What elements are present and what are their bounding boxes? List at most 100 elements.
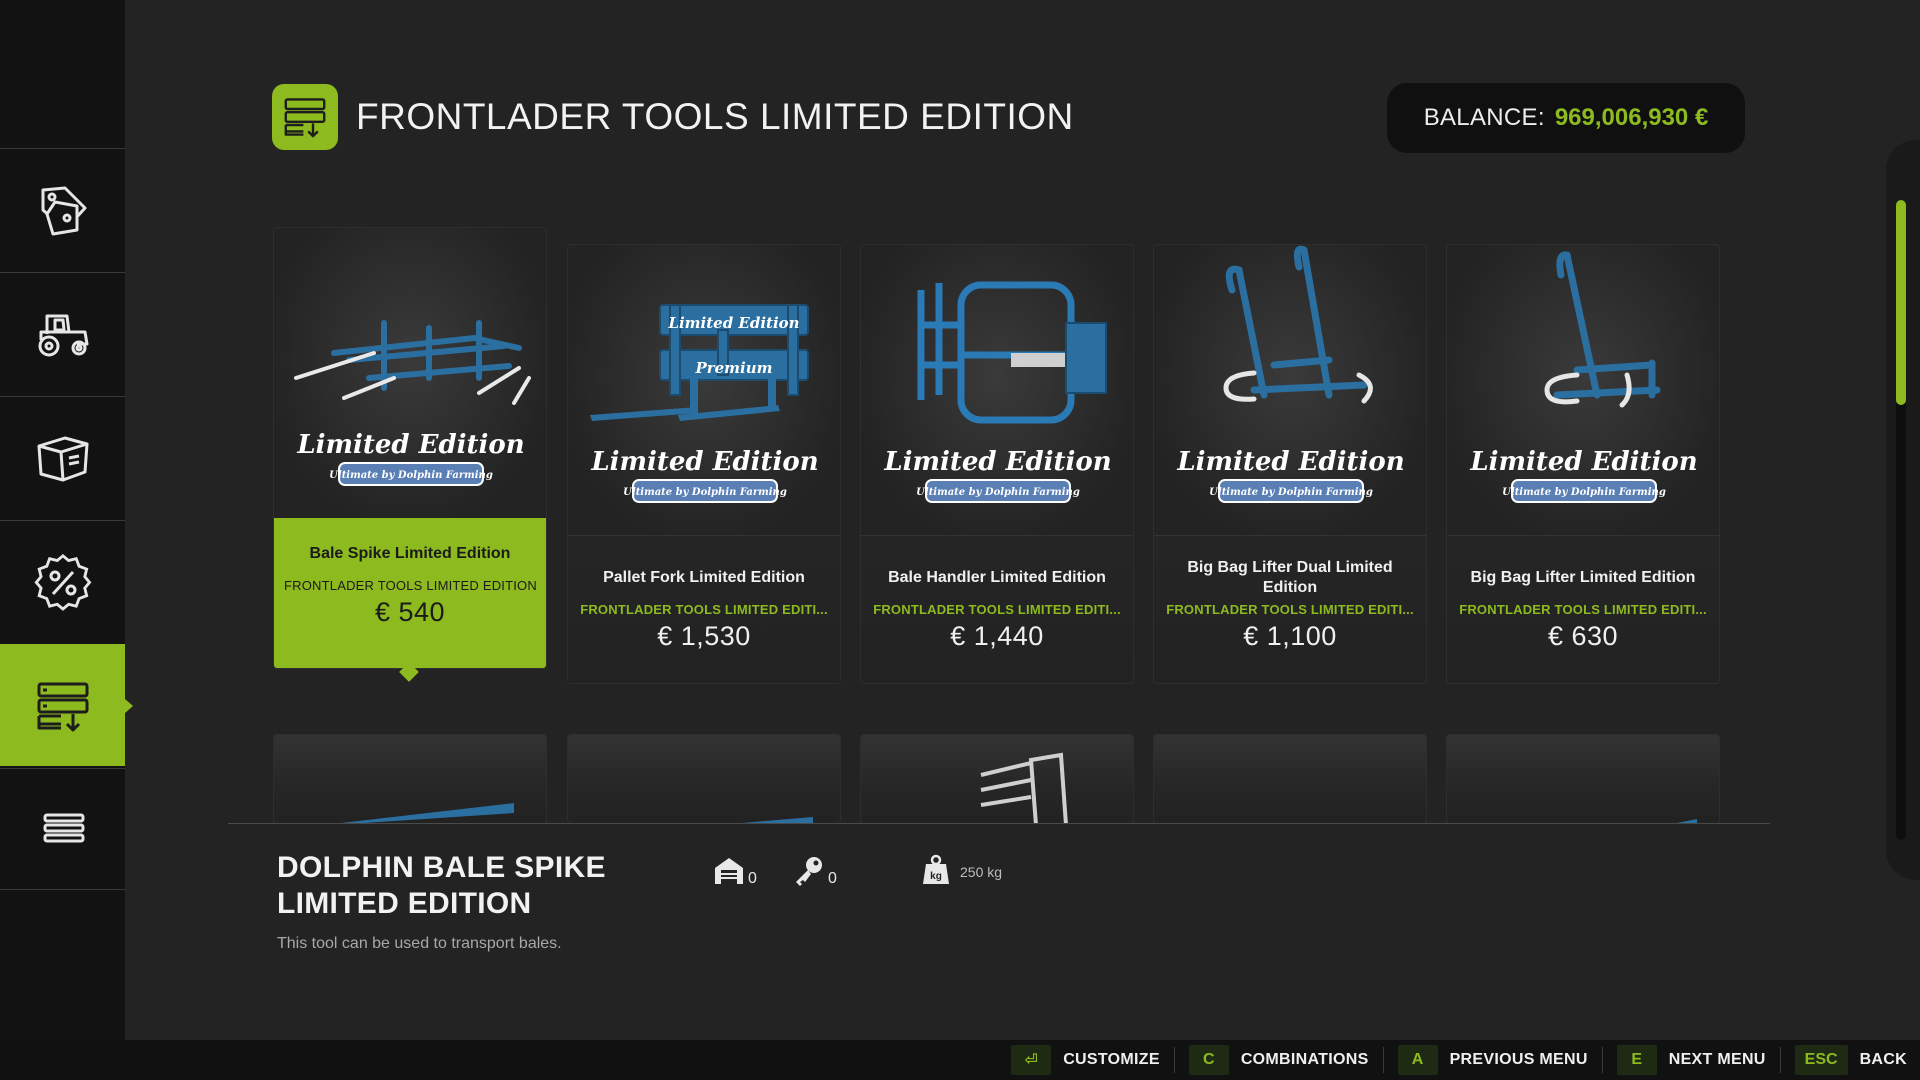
enter-key-icon: ⏎ (1011, 1045, 1052, 1075)
weight-icon: kg (923, 854, 949, 884)
page-title: FRONTLADER TOOLS LIMITED EDITION (356, 96, 1074, 137)
pallet-fork-image: Limited Edition Premium Limited Edition … (590, 304, 819, 503)
item-info: Big Bag Lifter Limited Edition FRONTLADE… (1447, 535, 1719, 683)
item-image-partial (980, 752, 1068, 823)
detail-title-line2: LIMITED EDITION (277, 887, 532, 920)
shop-item-pallet-fork[interactable]: Limited Edition Premium Limited Edition … (567, 244, 841, 684)
big-bag-lifter-image: Limited Edition Ultimate by Dolphin Farm… (1469, 251, 1698, 503)
sidebar-item-frontloader-tools[interactable] (0, 644, 133, 766)
item-price: € 1,440 (950, 621, 1044, 651)
item-info: Pallet Fork Limited Edition FRONTLADER T… (568, 535, 840, 683)
item-image: Limited Edition Premium Limited Edition … (568, 245, 840, 535)
weight-stat: kg 250 kg (922, 854, 1002, 886)
frontloader-tools-icon (37, 682, 88, 731)
scrollbar-thumb[interactable] (1896, 200, 1906, 405)
item-image: Limited Edition Ultimate by Dolphin Farm… (861, 245, 1133, 535)
logo-limited-edition: Limited Edition (296, 430, 524, 460)
item-name: Big Bag Lifter Dual Limited Edition (1187, 559, 1393, 596)
hint-separator (1173, 1047, 1175, 1073)
shop-item-bale-spike[interactable]: Limited Edition Ultimate by Dolphin Farm… (273, 227, 547, 669)
item-image-partial (741, 817, 813, 823)
logo-sub: Ultimate by Dolphin Farming (1209, 487, 1373, 498)
discount-icon (33, 553, 91, 611)
leased-stat: 0 (792, 854, 837, 888)
frontloader-tools-icon (284, 98, 326, 138)
logo-limited-edition: Limited Edition (590, 447, 818, 477)
item-image-partial (341, 803, 514, 823)
item-name: Big Bag Lifter Limited Edition (1470, 569, 1696, 586)
shop-item-row2-2[interactable] (567, 734, 841, 824)
svg-text:kg: kg (930, 871, 942, 882)
sidebar-item-sales-discount[interactable] (0, 520, 125, 642)
hint-next-menu[interactable]: E NEXT MENU (1616, 1040, 1766, 1080)
hint-combinations[interactable]: C COMBINATIONS (1188, 1040, 1369, 1080)
item-name: Bale Spike Limited Edition (309, 545, 511, 562)
item-image: Limited Edition Ultimate by Dolphin Farm… (1447, 245, 1719, 535)
detail-title: DOLPHIN BALE SPIKE LIMITED EDITION (277, 850, 657, 922)
shop-item-row2-4[interactable] (1153, 734, 1427, 824)
hint-label: BACK (1859, 1051, 1907, 1068)
tractor-icon (38, 314, 88, 356)
sidebar-item-sales[interactable] (0, 148, 125, 270)
hint-customize[interactable]: ⏎ CUSTOMIZE (1011, 1040, 1160, 1080)
item-image-partial (1677, 819, 1697, 823)
logo-sub: Ultimate by Dolphin Farming (1502, 487, 1666, 498)
shop-item-row2-5[interactable] (1446, 734, 1720, 824)
item-category: FRONTLADER TOOLS LIMITED EDITI... (873, 602, 1121, 617)
garage-icon (715, 858, 743, 884)
item-info: Bale Handler Limited Edition FRONTLADER … (861, 535, 1133, 683)
logo-sub: Ultimate by Dolphin Farming (623, 487, 787, 498)
item-name: Pallet Fork Limited Edition (603, 569, 805, 586)
balance-value: 969,006,930 € (1554, 104, 1709, 131)
shop-item-big-bag-lifter-dual[interactable]: Limited Edition Ultimate by Dolphin Farm… (1153, 244, 1427, 684)
detail-description: This tool can be used to transport bales… (277, 935, 562, 952)
item-price: € 540 (374, 597, 446, 627)
shop-item-row2-1[interactable] (273, 734, 547, 824)
sales-icon (41, 186, 86, 235)
sidebar-item-menu[interactable] (0, 768, 125, 890)
hint-separator (1601, 1047, 1603, 1073)
shop-item-bale-handler[interactable]: Limited Edition Ultimate by Dolphin Farm… (860, 244, 1134, 684)
item-image: Limited Edition Ultimate by Dolphin Farm… (274, 228, 546, 518)
hint-previous-menu[interactable]: A PREVIOUS MENU (1397, 1040, 1588, 1080)
bale-handler-image: Limited Edition Ultimate by Dolphin Farm… (883, 281, 1112, 503)
box-icon (37, 436, 88, 481)
logo-sub: Ultimate by Dolphin Farming (329, 470, 493, 481)
active-indicator (125, 699, 133, 713)
item-price: € 1,530 (657, 621, 751, 651)
fork-premium-label: Premium (694, 359, 772, 377)
owned-count: 0 (748, 870, 757, 887)
fork-label: Limited Edition (667, 314, 799, 332)
key-badge: C (1188, 1045, 1229, 1075)
big-bag-lifter-dual-image: Limited Edition Ultimate by Dolphin Farm… (1176, 245, 1405, 503)
logo-limited-edition: Limited Edition (1176, 447, 1404, 477)
sidebar-item-objects[interactable] (0, 396, 125, 518)
logo-limited-edition: Limited Edition (1469, 447, 1697, 477)
hint-separator (1382, 1047, 1384, 1073)
shop-item-big-bag-lifter[interactable]: Limited Edition Ultimate by Dolphin Farm… (1446, 244, 1720, 684)
category-icon (272, 84, 338, 150)
item-image: Limited Edition Ultimate by Dolphin Farm… (1154, 245, 1426, 535)
hint-back[interactable]: ESC BACK (1794, 1040, 1907, 1080)
logo-limited-edition: Limited Edition (883, 447, 1111, 477)
item-category: FRONTLADER TOOLS LIMITED EDITI... (1166, 602, 1414, 617)
hint-label: PREVIOUS MENU (1449, 1051, 1588, 1068)
hint-label: NEXT MENU (1668, 1051, 1766, 1068)
sidebar (0, 0, 133, 1040)
item-price: € 630 (1547, 621, 1619, 651)
balance-label: BALANCE: (1423, 104, 1545, 131)
shop-item-row2-3[interactable] (860, 734, 1134, 824)
menu-icon (43, 813, 84, 843)
key-badge: A (1397, 1045, 1438, 1075)
item-category: FRONTLADER TOOLS LIMITED EDITION (284, 578, 537, 593)
owned-stat: 0 (712, 854, 757, 888)
hint-label: COMBINATIONS (1240, 1051, 1369, 1068)
item-info: Big Bag Lifter Dual Limited Edition FRON… (1154, 535, 1426, 683)
detail-title-line1: DOLPHIN BALE SPIKE (277, 851, 606, 884)
item-info: Bale Spike Limited Edition FRONTLADER TO… (274, 518, 546, 668)
item-name: Bale Handler Limited Edition (888, 569, 1106, 586)
leased-count: 0 (828, 870, 837, 887)
key-badge: E (1616, 1045, 1657, 1075)
item-category: FRONTLADER TOOLS LIMITED EDITI... (580, 602, 828, 617)
sidebar-item-vehicles[interactable] (0, 272, 125, 394)
